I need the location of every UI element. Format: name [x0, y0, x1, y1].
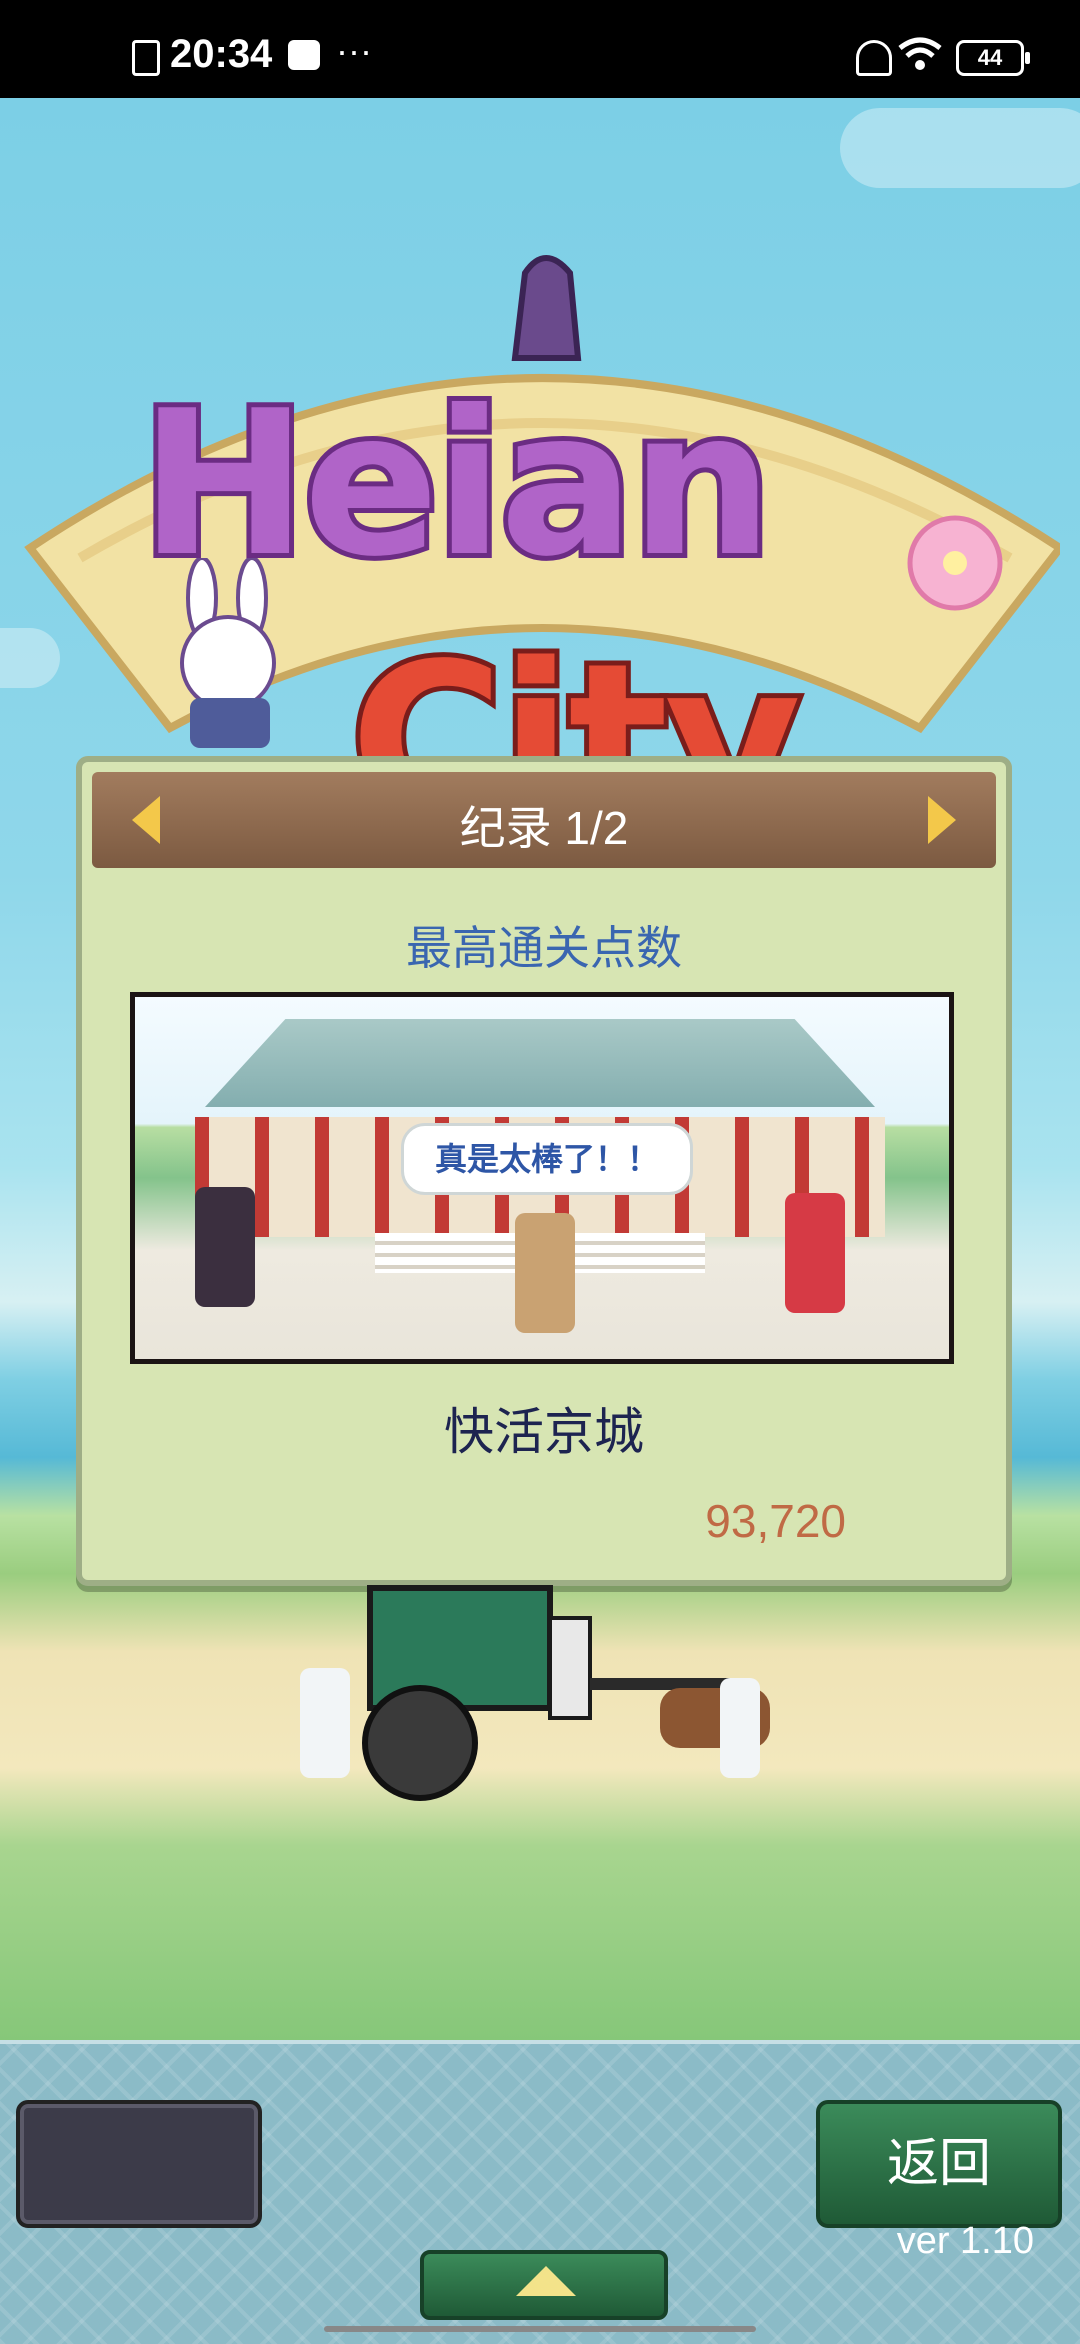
plum-blossom-icon: [907, 515, 1003, 611]
empty-menu-button[interactable]: [16, 2100, 262, 2228]
record-page-title: 纪录 1/2: [459, 802, 629, 854]
version-label: ver 1.10: [896, 2220, 1034, 2262]
city-name: 快活京城: [444, 1404, 644, 1460]
princess-character: [785, 1193, 845, 1313]
back-button[interactable]: 返回: [816, 2100, 1062, 2228]
rabbit-mascot-icon: [180, 558, 276, 748]
record-panel: 纪录 1/2 最高通关点数 真是太棒了！！ 快活京城 93,720: [76, 756, 1012, 1586]
record-category-title: 最高通关点数: [406, 922, 682, 974]
status-time: 20:34: [170, 32, 273, 76]
record-score: 93,720: [705, 1495, 846, 1547]
status-bar: 20:34 ··· 44: [0, 0, 1080, 98]
game-scene: Heian City 纪录 1/2 最高通关点数 真是太棒了！！ 快活京城 93…: [0, 98, 1080, 2040]
eboshi-hat-icon: [511, 255, 582, 361]
record-header: 纪录 1/2: [92, 772, 996, 868]
more-dots-icon: ···: [336, 30, 372, 71]
game-logo: Heian City: [20, 228, 1060, 868]
palace-roof: [205, 1019, 875, 1107]
commoner-character: [515, 1213, 575, 1333]
battery-icon: 44: [956, 40, 1030, 76]
bottom-bar: 返回 ver 1.10: [0, 2040, 1080, 2344]
cloud-decoration: [840, 108, 1080, 188]
sim-alert-icon: [132, 40, 160, 76]
noble-character: [195, 1187, 255, 1307]
scroll-up-button[interactable]: [420, 2250, 668, 2320]
next-record-arrow-icon[interactable]: [928, 796, 956, 844]
message-icon: [288, 40, 320, 70]
wifi-icon: [898, 37, 942, 70]
palace-illustration: 真是太棒了！！: [130, 992, 954, 1364]
mute-icon: [856, 40, 892, 76]
home-indicator[interactable]: [324, 2326, 756, 2332]
speech-bubble: 真是太棒了！！: [401, 1123, 693, 1195]
ox-carriage-sprite: [300, 1585, 770, 1801]
